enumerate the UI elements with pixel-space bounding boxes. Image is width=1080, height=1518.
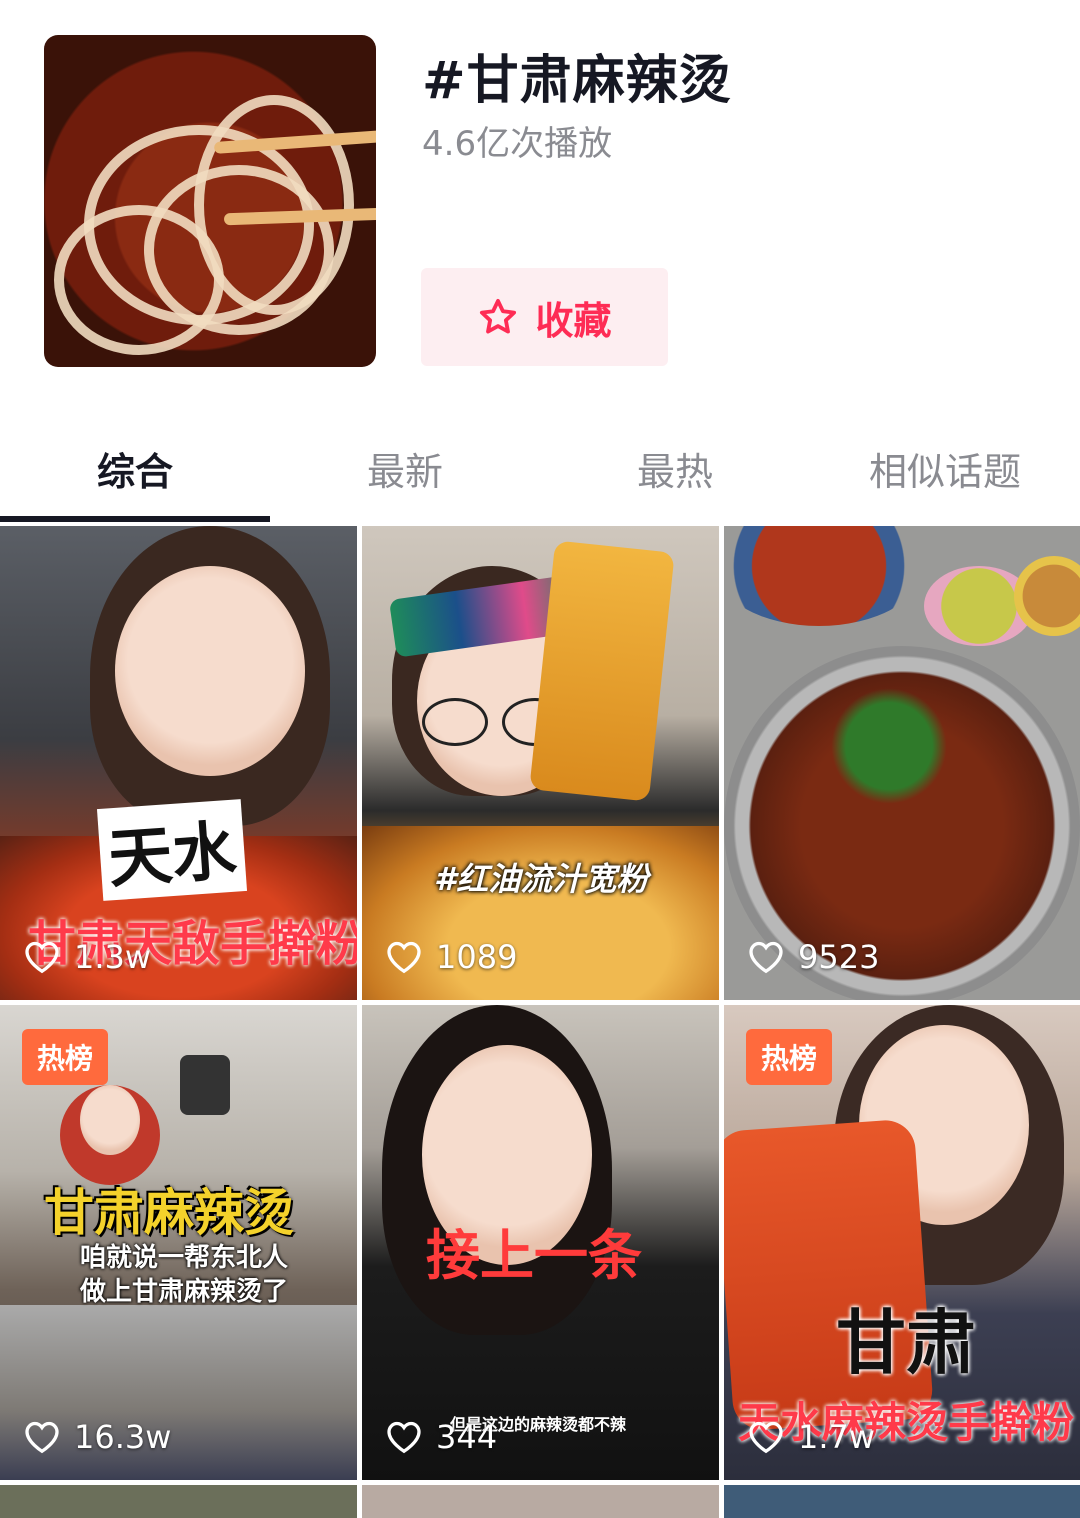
video-card[interactable]: 接上一条 但是这边的麻辣烫都不辣 344 <box>362 1005 719 1480</box>
video-card[interactable]: 天水 甘肃天敌手擀粉 1.3w <box>0 526 357 1000</box>
topic-title: #甘肃麻辣烫 <box>422 51 732 111</box>
active-tab-indicator <box>0 516 270 522</box>
like-count-value: 9523 <box>798 938 880 976</box>
like-count: 9523 <box>748 938 879 976</box>
tab-latest[interactable]: 最新 <box>270 420 540 516</box>
hot-list-badge: 热榜 <box>746 1029 832 1085</box>
topic-play-count: 4.6亿次播放 <box>422 124 613 164</box>
video-card[interactable]: 9523 <box>724 526 1080 1000</box>
hot-list-badge: 热榜 <box>22 1029 108 1085</box>
favorite-label: 收藏 <box>535 298 612 343</box>
heart-icon <box>387 941 421 974</box>
like-count-value: 1.3w <box>74 938 152 976</box>
like-count: 16.3w <box>24 1418 171 1456</box>
topic-cover-image <box>44 35 376 367</box>
tab-comprehensive[interactable]: 综合 <box>0 420 270 516</box>
tab-hottest[interactable]: 最热 <box>540 420 810 516</box>
like-count: 1.7w <box>748 1418 875 1456</box>
video-caption-top: 天水 <box>96 799 248 901</box>
video-card[interactable] <box>0 1485 357 1518</box>
video-card[interactable]: 热榜 甘肃麻辣烫 咱就说一帮东北人 做上甘肃麻辣烫了 16.3w <box>0 1005 357 1480</box>
tab-similar-topics[interactable]: 相似话题 <box>810 420 1080 516</box>
tab-bar: 综合 最新 最热 相似话题 <box>0 420 1080 522</box>
heart-icon <box>749 1421 783 1454</box>
heart-icon <box>25 1421 59 1454</box>
video-card[interactable]: #红油流汁宽粉 1089 <box>362 526 719 1000</box>
video-card[interactable] <box>362 1485 719 1518</box>
heart-icon <box>387 1421 421 1454</box>
heart-icon <box>25 941 59 974</box>
video-caption-top: 甘肃麻辣烫 <box>44 1184 294 1242</box>
video-card[interactable]: 热榜 甘肃 天水麻辣烫手擀粉 1.7w <box>724 1005 1080 1480</box>
like-count: 1.3w <box>24 938 151 976</box>
like-count: 344 <box>386 1418 497 1456</box>
favorite-button[interactable]: 收藏 <box>421 268 668 366</box>
like-count: 1089 <box>386 938 517 976</box>
star-icon <box>480 298 517 334</box>
video-caption-top: #红油流汁宽粉 <box>434 860 649 898</box>
like-count-value: 16.3w <box>74 1418 172 1456</box>
video-caption-top: 接上一条 <box>426 1224 642 1287</box>
like-count-value: 344 <box>436 1418 498 1456</box>
like-count-value: 1089 <box>436 938 518 976</box>
heart-icon <box>749 941 783 974</box>
video-caption-top: 甘肃 <box>836 1302 976 1384</box>
like-count-value: 1.7w <box>798 1418 876 1456</box>
video-card[interactable] <box>724 1485 1080 1518</box>
video-caption-bottom: 咱就说一帮东北人 做上甘肃麻辣烫了 <box>80 1243 289 1307</box>
